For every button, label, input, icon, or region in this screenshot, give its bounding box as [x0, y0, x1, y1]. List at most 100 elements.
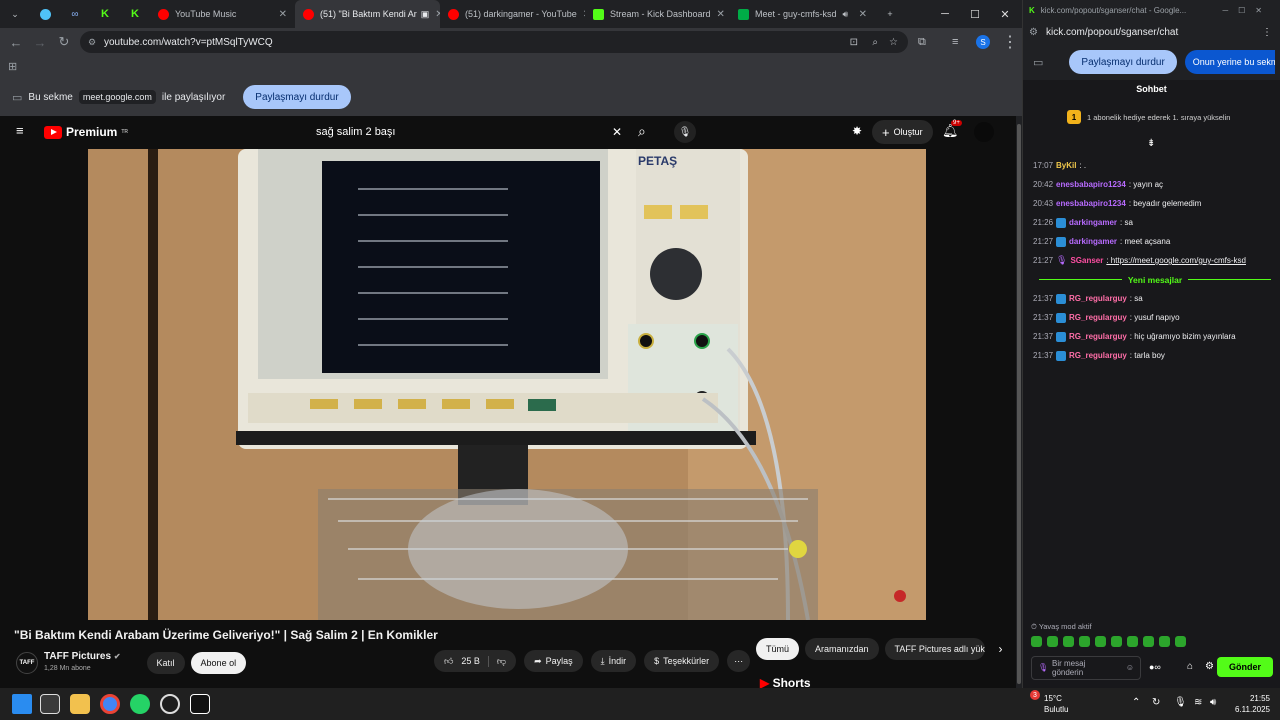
tab-youtube-video[interactable]: (51) "Bi Baktım Kendi Ar ▣ ✕ [295, 0, 440, 28]
maximize-icon[interactable]: ☐ [960, 0, 990, 28]
channel-name[interactable]: TAFF Pictures ✔ [44, 651, 121, 663]
message-user[interactable]: ByKil [1056, 161, 1076, 170]
search-icon[interactable]: ⌕ [638, 123, 646, 140]
tab-pinned-1[interactable] [30, 0, 60, 28]
message-user[interactable]: RG_regularguy [1069, 313, 1127, 322]
tab-youtube-music[interactable]: YouTube Music ✕ [150, 0, 295, 28]
create-button[interactable]: + Oluştur [872, 120, 933, 144]
filter-channel[interactable]: TAFF Pictures adlı yükle [884, 638, 985, 660]
emote-icon[interactable] [1063, 636, 1074, 647]
message-user[interactable]: RG_regularguy [1069, 351, 1127, 360]
message-user[interactable]: SGanser [1070, 256, 1103, 265]
close-window-icon[interactable]: ✕ [990, 0, 1020, 28]
message-user[interactable]: enesbabapiro1234 [1056, 180, 1126, 189]
channel-avatar[interactable]: TAFF [16, 652, 38, 674]
message-user[interactable]: darkingamer [1069, 237, 1117, 246]
extensions-icon[interactable]: ⧉ [918, 36, 926, 49]
more-actions-button[interactable]: ⋯ [727, 650, 751, 672]
filter-all[interactable]: Tümü [756, 638, 800, 660]
tab-list-button[interactable]: ⌄ [0, 0, 30, 28]
reload-icon[interactable]: ↻ [52, 34, 76, 50]
site-info-icon[interactable]: ⚙ [1029, 27, 1038, 38]
microphone-icon[interactable]: 🎙︎ [1174, 697, 1187, 708]
menu-icon[interactable]: ⋮ [1262, 27, 1280, 38]
weather-widget[interactable]: 15°C Bulutlu [1044, 693, 1068, 715]
pinned-icon[interactable]: ⇟ [1147, 138, 1155, 149]
site-info-icon[interactable]: ⚙ [88, 37, 96, 48]
emote-icon[interactable] [1143, 636, 1154, 647]
search-input[interactable]: sağ salim 2 başı ✕ [304, 119, 630, 145]
emote-icon[interactable] [1159, 636, 1170, 647]
tab-meet[interactable]: Meet - guy-cmfs-ksd 🔊︎ ✕ [730, 0, 875, 28]
share-button[interactable]: ➦ Paylaş [524, 650, 583, 672]
capcut-icon[interactable] [190, 694, 210, 714]
volume-icon[interactable]: 🔊︎ [1210, 697, 1216, 708]
emoji-icon[interactable]: ☺ [1126, 663, 1134, 672]
chrome-icon[interactable] [100, 694, 120, 714]
profile-avatar[interactable]: S [976, 35, 990, 49]
ai-icon[interactable]: ✸ [852, 124, 862, 138]
thumbs-down-icon[interactable]: 👎︎ [487, 655, 506, 667]
start-icon[interactable] [12, 694, 32, 714]
new-tab-button[interactable]: + [875, 0, 905, 28]
youtube-logo[interactable]: Premium TR [44, 125, 128, 139]
emote-icon[interactable] [1047, 636, 1058, 647]
tab-youtube-channel[interactable]: (51) darkingamer - YouTube✕ [440, 0, 585, 28]
tab-pinned-2[interactable]: ∞ [60, 0, 90, 28]
obs-icon[interactable] [160, 694, 180, 714]
tab-pinned-kick-1[interactable]: K [90, 0, 120, 28]
popup-window-controls[interactable]: ─☐✕ [1222, 6, 1280, 15]
video-player[interactable]: PETAŞ [88, 149, 926, 620]
avatar[interactable] [974, 122, 994, 142]
tab-kick-dashboard[interactable]: Stream - Kick Dashboard ✕ [585, 0, 730, 28]
sync-icon[interactable]: ↻ [1152, 697, 1160, 708]
address-bar[interactable]: ⚙ youtube.com/watch?v=ptMSqlTyWCQ ⊡ ⌕ ☆ [80, 31, 908, 53]
wifi-icon[interactable]: ≋ [1194, 697, 1202, 708]
message-user[interactable]: darkingamer [1069, 218, 1117, 227]
forward-icon[interactable]: → [28, 35, 52, 50]
back-icon[interactable]: ← [4, 35, 28, 50]
close-icon[interactable]: ✕ [273, 9, 287, 20]
tab-pinned-kick-2[interactable]: K [120, 0, 150, 28]
media-icon[interactable]: ≡ [952, 36, 958, 48]
chevron-up-icon[interactable]: ⌃ [1132, 697, 1140, 708]
send-button[interactable]: Gönder [1217, 657, 1273, 677]
share-this-tab-button[interactable]: Onun yerine bu sekmeyi p [1184, 50, 1275, 74]
emote-icon[interactable] [1079, 636, 1090, 647]
subscribe-button[interactable]: Abone ol [190, 652, 247, 674]
message-user[interactable]: RG_regularguy [1069, 294, 1127, 303]
emote-icon[interactable] [1031, 636, 1042, 647]
zoom-icon[interactable]: ⌕ [872, 37, 878, 48]
task-view-icon[interactable] [40, 694, 60, 714]
download-button[interactable]: ⤓ İndir [590, 650, 637, 672]
microphone-icon[interactable]: 🎙︎ [674, 121, 696, 143]
thanks-button[interactable]: $ Teşekkürler [644, 650, 720, 672]
minimize-icon[interactable]: ─ [930, 0, 960, 28]
close-icon[interactable]: ✕ [853, 9, 867, 20]
emote-icon[interactable] [1175, 636, 1186, 647]
hamburger-icon[interactable]: ≡ [16, 123, 24, 138]
file-explorer-icon[interactable] [70, 694, 90, 714]
message-link[interactable]: : https://meet.google.com/guy-cmfs-ksd [1106, 256, 1246, 265]
join-button[interactable]: Katıl [146, 652, 185, 674]
stop-sharing-button[interactable]: Paylaşmayı durdur [243, 85, 351, 109]
emote-icon[interactable] [1127, 636, 1138, 647]
settings-icon[interactable]: ⚙ [1205, 661, 1214, 672]
scrollbar-thumb[interactable] [1017, 124, 1021, 684]
popup-stop-share-button[interactable]: Paylaşmayı durdur [1069, 50, 1177, 74]
apps-icon[interactable]: ⊞ [8, 60, 17, 73]
install-icon[interactable]: ⊡ [850, 37, 858, 48]
clock[interactable]: 21:55 6.11.2025 [1235, 693, 1270, 715]
emote-icon[interactable] [1111, 636, 1122, 647]
message-user[interactable]: enesbabapiro1234 [1056, 199, 1126, 208]
close-icon[interactable]: ✕ [577, 9, 585, 20]
emote-picker-icon[interactable]: ●∞ [1149, 662, 1161, 672]
emote-icon[interactable] [1095, 636, 1106, 647]
clear-search-icon[interactable]: ✕ [612, 125, 622, 139]
message-user[interactable]: RG_regularguy [1069, 332, 1127, 341]
like-button[interactable]: 👍︎ 25 B 👎︎ [434, 650, 517, 672]
store-icon[interactable]: ⌂ [1187, 661, 1193, 672]
star-icon[interactable]: ☆ [889, 37, 898, 48]
close-icon[interactable]: ✕ [711, 9, 725, 20]
chat-input[interactable]: 🎙︎ Bir mesaj gönderin ☺ [1031, 656, 1141, 680]
